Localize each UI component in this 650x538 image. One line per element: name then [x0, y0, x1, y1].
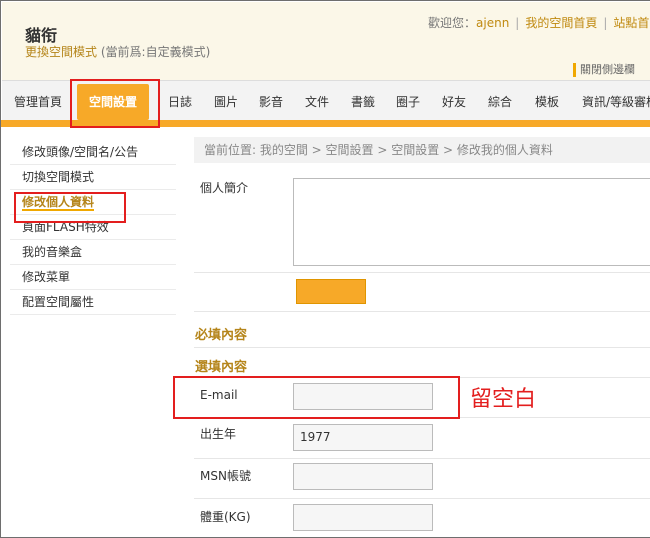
tab-manage-home[interactable]: 管理首頁	[6, 81, 70, 123]
breadcrumb: 當前位置: 我的空間 > 空間設置 > 空間設置 > 修改我的個人資料	[194, 137, 650, 163]
divider: |	[515, 16, 520, 30]
tab-files[interactable]: 文件	[297, 81, 337, 123]
divider	[194, 458, 650, 459]
tab-templates[interactable]: 模板	[527, 81, 567, 123]
annotation-note: 留空白	[470, 387, 537, 412]
bio-textarea[interactable]	[293, 178, 650, 266]
site-home-link[interactable]: 站點首頁	[613, 16, 650, 30]
weight-field[interactable]	[293, 504, 433, 531]
sidebar-item-space-properties[interactable]: 配置空間屬性	[10, 290, 176, 315]
optional-section-heading: 選填內容	[195, 360, 248, 375]
sidebar-item-label: 修改頭像/空間名/公告	[22, 145, 139, 159]
divider: |	[603, 16, 608, 30]
tab-blog[interactable]: 日誌	[160, 81, 200, 123]
bio-label: 個人簡介	[200, 181, 249, 195]
sidebar-item-label: 切換空間模式	[22, 170, 95, 184]
sidebar-item-label: 配置空間屬性	[22, 295, 95, 309]
msn-field[interactable]	[293, 463, 433, 490]
page-frame: 貓衔 更換空間模式 (當前爲:自定義模式) 歡迎您：ajenn | 我的空間首頁 | 站…	[0, 0, 650, 538]
highlight-box-settings-tab	[70, 79, 160, 128]
tab-info-level[interactable]: 資訊/等級審核	[574, 81, 650, 123]
tab-friends[interactable]: 好友	[434, 81, 474, 123]
tab-media[interactable]: 影音	[251, 81, 291, 123]
required-section-heading: 必填內容	[195, 328, 248, 343]
divider	[194, 272, 650, 273]
divider	[194, 347, 650, 348]
tab-general[interactable]: 綜合	[480, 81, 520, 123]
msn-label: MSN帳號	[200, 469, 251, 483]
tab-photos[interactable]: 圖片	[206, 81, 246, 123]
username-link[interactable]: ajenn	[476, 16, 509, 30]
change-mode-link[interactable]: 更換空間模式	[25, 45, 97, 59]
welcome-text: 歡迎您：	[428, 16, 477, 30]
sidebar-item-label: 我的音樂盒	[22, 245, 83, 259]
close-sidebar-link[interactable]: 關閉側邊欄	[573, 63, 635, 77]
divider	[194, 311, 650, 312]
sidebar-item-music-box[interactable]: 我的音樂盒	[10, 240, 176, 265]
tab-bookmarks[interactable]: 書籤	[343, 81, 383, 123]
tab-circles[interactable]: 圈子	[388, 81, 428, 123]
highlight-box-edit-profile	[14, 192, 126, 223]
current-mode-text: (當前爲:自定義模式)	[100, 45, 211, 59]
my-space-home-link[interactable]: 我的空間首頁	[525, 16, 597, 30]
weight-label: 體重(KG)	[200, 510, 251, 524]
sidebar-item-label: 修改菜單	[22, 270, 71, 284]
user-bar: 歡迎您：ajenn | 我的空間首頁 | 站點首頁	[428, 14, 650, 31]
header: 貓衔 更換空間模式 (當前爲:自定義模式) 歡迎您：ajenn | 我的空間首頁 | 站…	[2, 2, 650, 80]
sidebar-item-switch-mode[interactable]: 切換空間模式	[10, 165, 176, 190]
sidebar: 修改頭像/空間名/公告 切換空間模式 修改個人資料 頁面FLASH特效 我的音樂…	[10, 140, 176, 315]
birth-year-label: 出生年	[200, 427, 237, 441]
mode-line: 更換空間模式 (當前爲:自定義模式)	[25, 43, 210, 60]
submit-button[interactable]	[296, 279, 366, 304]
birth-year-field[interactable]: 1977	[293, 424, 433, 451]
sidebar-item-edit-menu[interactable]: 修改菜單	[10, 265, 176, 290]
highlight-box-email	[173, 376, 460, 419]
divider	[194, 498, 650, 499]
sidebar-item-avatar-name-notice[interactable]: 修改頭像/空間名/公告	[10, 140, 176, 165]
main-content: 當前位置: 我的空間 > 空間設置 > 空間設置 > 修改我的個人資料 個人簡介…	[194, 137, 650, 537]
